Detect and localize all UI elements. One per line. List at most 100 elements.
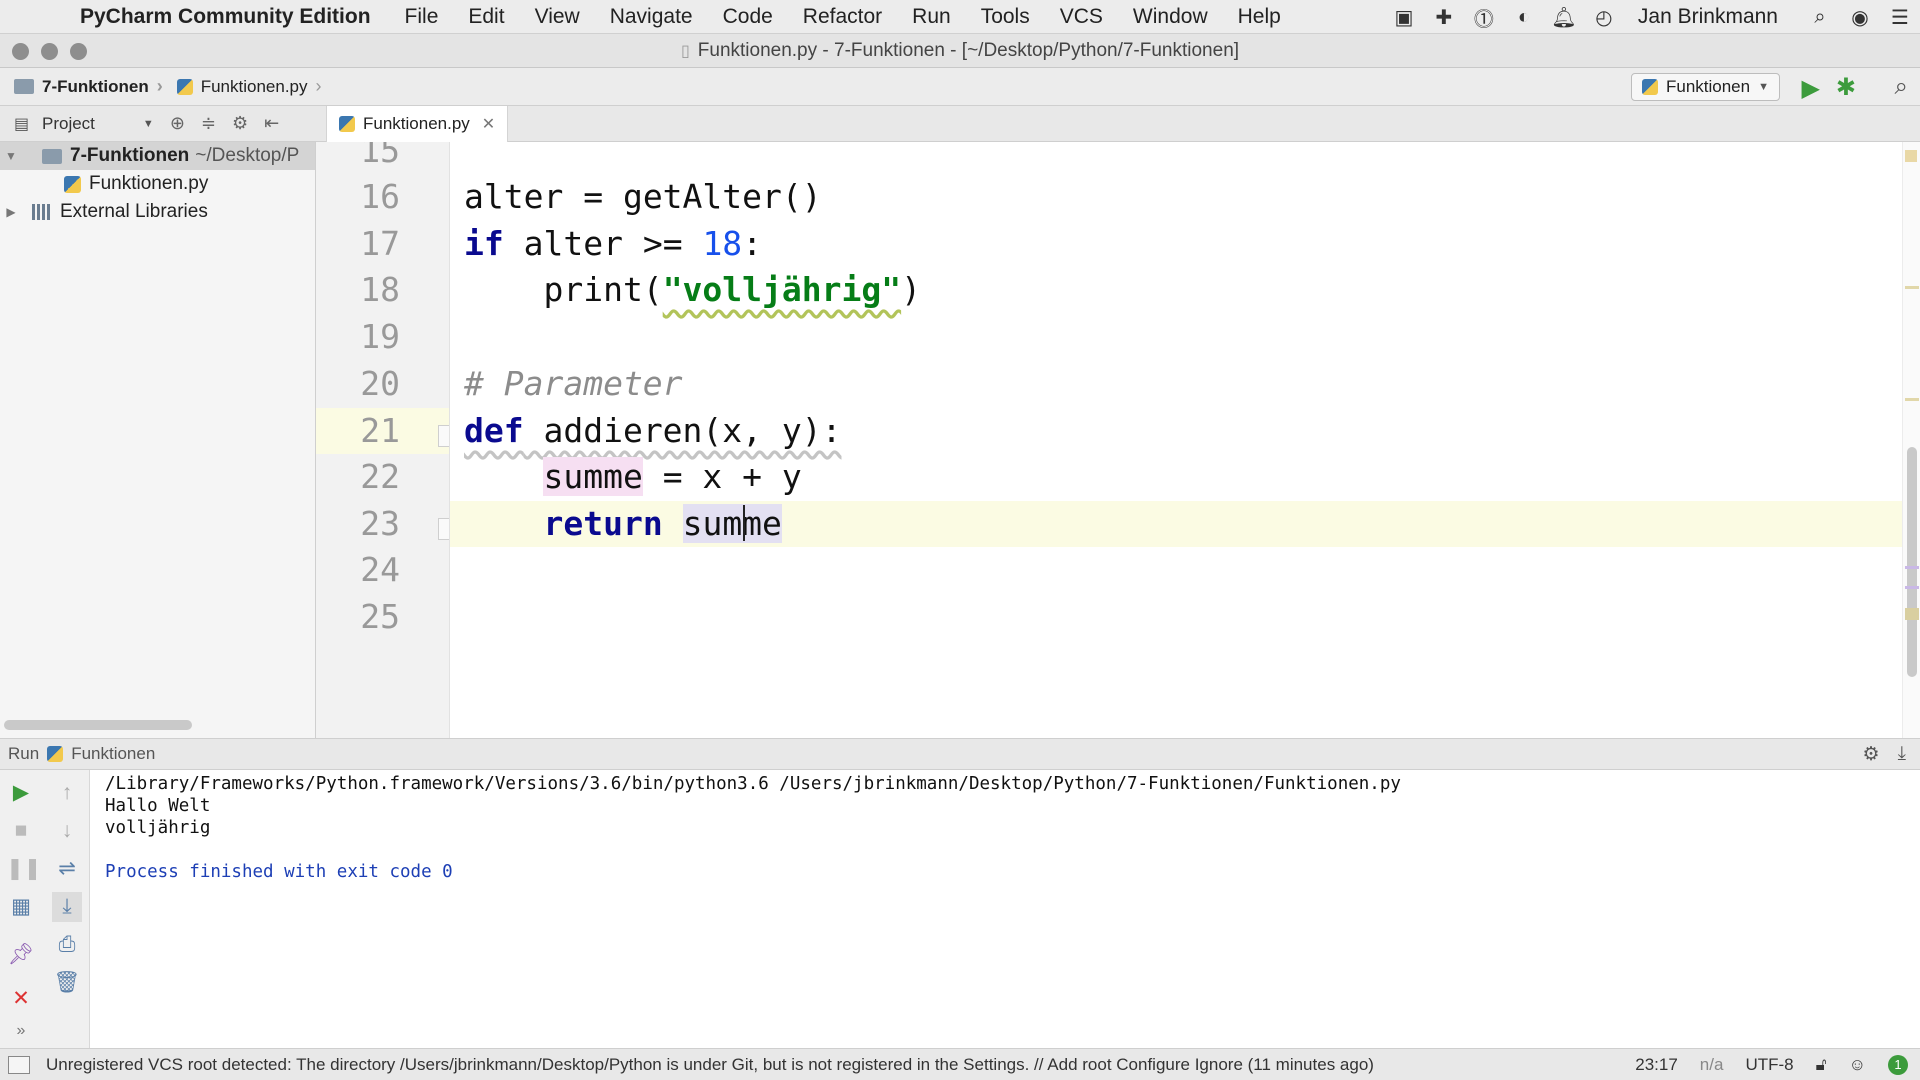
editor-vertical-scrollbar[interactable] <box>1902 142 1920 738</box>
line-number: 24 <box>360 550 400 589</box>
menu-view[interactable]: View <box>535 5 580 29</box>
more-icon[interactable]: » <box>6 1016 36 1046</box>
warning-marker[interactable] <box>1905 150 1917 162</box>
trash-icon[interactable]: 🗑︎ <box>52 968 82 998</box>
menu-vcs[interactable]: VCS <box>1060 5 1103 29</box>
tab-funktionen-py[interactable]: Funktionen.py ✕ <box>326 106 509 142</box>
tree-item-external-libraries[interactable]: ▶ External Libraries <box>0 198 207 226</box>
siri-icon[interactable]: ◉ <box>1840 5 1880 30</box>
editor-gutter: 15 16 17 18 19 20 21 22 23 24 25 <box>316 142 450 738</box>
locate-icon[interactable]: ⊕ <box>170 113 185 134</box>
menu-navigate[interactable]: Navigate <box>610 5 693 29</box>
spotlight-search-icon[interactable]: ⌕ <box>1800 6 1840 29</box>
soft-wrap-icon[interactable]: ⇌ <box>52 854 82 884</box>
current-line-marker[interactable] <box>1905 608 1919 620</box>
pause-icon[interactable]: ❚❚ <box>6 854 41 884</box>
run-toolbar: ▶ ↑ ■ ↓ ❚❚ ⇌ ▦ ⤓ ⎙ 📌︎ 🗑︎ ✕ » <box>0 770 90 1048</box>
python-file-icon <box>1641 79 1658 95</box>
line-separator[interactable]: n/a <box>1700 1055 1724 1075</box>
run-configuration-select[interactable]: Funktionen ▼ <box>1630 73 1780 101</box>
console-output[interactable]: /Library/Frameworks/Python.framework/Ver… <box>90 770 1920 1048</box>
debug-icon[interactable]: ✱ <box>1836 73 1856 102</box>
code-line-16: alter = getAlter() <box>464 177 822 216</box>
python-file-icon <box>176 78 193 95</box>
menu-run[interactable]: Run <box>912 5 951 29</box>
folder-icon <box>14 79 34 94</box>
tree-item-file[interactable]: Funktionen.py <box>42 170 208 198</box>
close-icon[interactable]: ✕ <box>6 984 36 1014</box>
leaf-icon[interactable]: ◐ <box>1504 6 1544 29</box>
line-number: 21 <box>360 411 400 450</box>
app-menu[interactable]: PyCharm Community Edition <box>80 5 371 29</box>
menu-file[interactable]: File <box>405 5 439 29</box>
tree-item-project-root[interactable]: ▼ 7-Funktionen ~/Desktop/P <box>0 142 315 170</box>
project-horizontal-scrollbar[interactable] <box>4 720 192 730</box>
variable-definition-highlight: summe <box>543 457 643 496</box>
fold-marker[interactable] <box>438 425 449 447</box>
caret-position[interactable]: 23:17 <box>1635 1055 1678 1075</box>
breadcrumb-project[interactable]: 7-Funktionen › <box>14 76 163 97</box>
code-editor[interactable]: alter = getAlter() if alter >= 18: print… <box>450 142 1902 738</box>
chevron-right-icon[interactable]: ▶ <box>0 205 22 219</box>
file-encoding[interactable]: UTF-8 <box>1745 1055 1793 1075</box>
print-icon[interactable]: ⎙ <box>52 930 82 960</box>
menu-edit[interactable]: Edit <box>468 5 504 29</box>
gear-icon[interactable]: ⚙ <box>1863 743 1880 766</box>
event-log-badge[interactable]: 1 <box>1888 1055 1908 1075</box>
console-line: Hallo Welt <box>105 796 211 816</box>
chevron-down-icon[interactable]: ▼ <box>0 149 22 163</box>
run-icon[interactable]: ▶ <box>1802 74 1820 103</box>
line-number: 25 <box>360 597 400 636</box>
warning-marker[interactable] <box>1905 398 1919 401</box>
gear-icon[interactable]: ⚙ <box>232 113 248 134</box>
line-number: 16 <box>360 177 400 216</box>
password-icon[interactable]: ⓵ <box>1464 3 1504 32</box>
usage-marker[interactable] <box>1905 586 1919 589</box>
user-name[interactable]: Jan Brinkmann <box>1638 5 1778 29</box>
run-panel-config-tab[interactable]: Funktionen <box>71 744 155 764</box>
scrollbar-thumb[interactable] <box>1907 447 1917 677</box>
zoom-window-button[interactable] <box>70 43 87 60</box>
code-line-21: def addieren(x, y): <box>464 411 842 450</box>
window-title: Funktionen.py - 7-Funktionen - [~/Deskto… <box>697 39 1240 61</box>
menu-tools[interactable]: Tools <box>981 5 1030 29</box>
chevron-down-icon[interactable]: ▼ <box>143 118 154 130</box>
rerun-icon[interactable]: ▶ <box>6 778 36 808</box>
fold-marker[interactable] <box>438 518 449 540</box>
restore-layout-icon[interactable]: ▦ <box>6 892 36 922</box>
lock-icon[interactable]: 🔓︎ <box>1816 1055 1827 1075</box>
search-icon[interactable]: ⌕ <box>1895 73 1908 101</box>
usage-marker[interactable] <box>1905 566 1919 569</box>
breadcrumb-file[interactable]: Funktionen.py › <box>176 76 322 97</box>
run-panel-header: Run Funktionen ⚙ ⤓ <box>0 738 1920 770</box>
menu-help[interactable]: Help <box>1238 5 1281 29</box>
menu-window[interactable]: Window <box>1133 5 1208 29</box>
close-window-button[interactable] <box>12 43 29 60</box>
warning-marker[interactable] <box>1905 286 1919 289</box>
screen-recorder-icon[interactable]: ▣ <box>1384 5 1424 30</box>
bell-icon[interactable]: 🔔︎ <box>1544 5 1584 30</box>
time-machine-icon[interactable]: ◴ <box>1584 5 1624 30</box>
menu-code[interactable]: Code <box>723 5 773 29</box>
window-title-bar: ▯ Funktionen.py - 7-Funktionen - [~/Desk… <box>0 34 1920 68</box>
line-number: 18 <box>360 270 400 309</box>
pin-icon[interactable]: 📌︎ <box>6 940 36 970</box>
toggle-tool-windows-icon[interactable] <box>8 1055 30 1074</box>
arrow-down-icon[interactable]: ↓ <box>52 816 82 846</box>
code-line-23-current: return summe <box>450 501 1902 547</box>
hide-panel-icon[interactable]: ⇤ <box>264 113 279 134</box>
stop-icon[interactable]: ■ <box>6 816 36 846</box>
menu-refactor[interactable]: Refactor <box>803 5 882 29</box>
project-view-label[interactable]: Project <box>42 114 95 134</box>
plus-icon[interactable]: ✚ <box>1424 5 1464 30</box>
status-message[interactable]: Unregistered VCS root detected: The dire… <box>46 1055 1626 1075</box>
collapse-all-icon[interactable]: ≑ <box>201 113 216 134</box>
hide-panel-icon[interactable]: ⤓ <box>1898 743 1906 766</box>
arrow-up-icon[interactable]: ↑ <box>52 778 82 808</box>
inspector-icon[interactable]: ☺ <box>1849 1055 1866 1075</box>
scroll-to-end-icon[interactable]: ⤓ <box>52 892 82 922</box>
close-icon[interactable]: ✕ <box>482 114 495 134</box>
notification-center-icon[interactable]: ☰ <box>1880 5 1920 30</box>
line-number: 15 <box>360 142 400 170</box>
minimize-window-button[interactable] <box>41 43 58 60</box>
